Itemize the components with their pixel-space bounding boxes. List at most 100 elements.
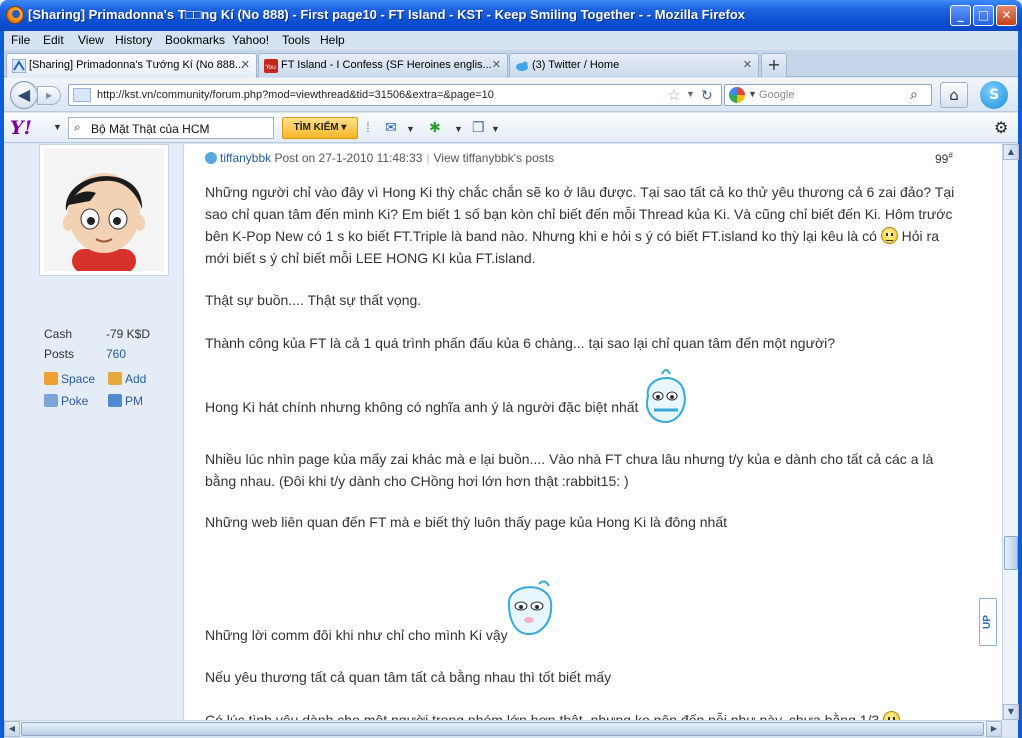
tab-youtube[interactable]: You FT Island - I Confess (SF Heroines e…	[258, 53, 508, 77]
engine-dropdown-icon[interactable]: ▼	[748, 89, 757, 99]
cash-label: Cash	[44, 327, 73, 341]
scroll-down-arrow-icon[interactable]: ▼	[1003, 704, 1019, 720]
add-friend-link[interactable]: Add	[108, 372, 146, 386]
post-body: tiffanybbk Post on 27-1-2010 11:48:33 | Vi…	[185, 144, 1002, 720]
pages-dropdown-icon[interactable]: ▼	[491, 124, 500, 134]
post-paragraph: Những người chỉ vào đây vì Hong Ki thỳ c…	[205, 181, 965, 269]
tab-close-icon[interactable]: ✕	[492, 58, 501, 71]
tab-close-icon[interactable]: ✕	[743, 58, 752, 71]
site-identity-icon[interactable]	[73, 88, 91, 102]
maximize-button[interactable]: □	[973, 5, 994, 26]
yahoo-search-button[interactable]: TÌM KIẾM ▾	[282, 117, 358, 139]
home-icon	[44, 372, 58, 385]
menu-file[interactable]: File	[11, 33, 30, 47]
yahoo-search-value: Bộ Mặt Thật của HCM	[91, 122, 210, 136]
apps-dropdown-icon[interactable]: ▼	[454, 124, 463, 134]
forward-button[interactable]: ▸	[37, 86, 61, 105]
tab-kst-label: [Sharing] Primadonna's Tướng Kí (No 888.…	[29, 59, 245, 71]
vertical-scrollbar[interactable]: ▲ ▼	[1002, 144, 1019, 720]
author-link[interactable]: tiffanybbk	[220, 151, 271, 165]
post-paragraph: Nhiều lúc nhìn page kủa mấy zai khác mà …	[205, 451, 934, 489]
pm-link[interactable]: PM	[108, 394, 143, 408]
add-label: Add	[125, 372, 147, 386]
menu-help[interactable]: Help	[320, 33, 345, 47]
search-icon: ⌕	[74, 120, 81, 134]
scroll-to-top-button[interactable]: UP	[979, 598, 997, 646]
post-number[interactable]: 99#	[935, 151, 953, 166]
google-engine-icon[interactable]	[729, 87, 745, 103]
skype-icon[interactable]: S	[980, 81, 1008, 109]
poke-icon	[44, 394, 58, 407]
yahoo-logo[interactable]: Y!	[10, 117, 32, 139]
confused-emoticon-icon	[883, 711, 901, 720]
gear-icon[interactable]: ⚙	[994, 118, 1008, 138]
back-button[interactable]: ◀	[10, 81, 38, 109]
avatar-image	[44, 149, 164, 271]
post-number-suffix: #	[948, 151, 953, 160]
page-content: Cash -79 K$D Posts 760 Space Add Poke PM…	[4, 144, 1002, 720]
menu-bookmarks[interactable]: Bookmarks	[165, 33, 225, 47]
mail-icon[interactable]: ✉	[385, 119, 397, 136]
scroll-up-arrow-icon[interactable]: ▲	[1003, 144, 1019, 160]
menu-history[interactable]: History	[115, 33, 152, 47]
posts-label: Posts	[44, 347, 75, 361]
tab-close-icon[interactable]: ✕	[241, 58, 250, 71]
yahoo-search-input[interactable]: ⌕ Bộ Mặt Thật của HCM	[68, 117, 274, 139]
post-paragraph: Thành công kủa FT là cả 1 quá trình phấn…	[205, 335, 836, 351]
bookmark-star-icon[interactable]: ☆	[667, 86, 680, 104]
mail-dropdown-icon[interactable]: ▼	[406, 124, 415, 134]
paragraph-text: Có lúc tình yêu dành cho một người trong…	[205, 712, 880, 720]
minimize-button[interactable]: _	[950, 5, 971, 26]
view-posts-link[interactable]: View tiffanybbk's posts	[434, 151, 555, 165]
svg-text:You: You	[265, 64, 277, 71]
close-button[interactable]: ✕	[996, 5, 1017, 26]
url-bar[interactable]: http://kst.vn/community/forum.php?mod=vi…	[68, 84, 722, 106]
post-paragraph: Những lời comm đôi khi như chỉ cho mình …	[205, 627, 508, 643]
scroll-right-arrow-icon[interactable]: ▶	[986, 721, 1002, 737]
twitter-bird-icon	[516, 61, 528, 71]
tab-youtube-label: FT Island - I Confess (SF Heroines engli…	[281, 59, 492, 71]
envelope-icon	[108, 394, 122, 407]
scroll-left-arrow-icon[interactable]: ◀	[4, 721, 20, 737]
apps-icon[interactable]: ✱	[429, 119, 441, 136]
space-link[interactable]: Space	[44, 372, 95, 386]
poke-label: Poke	[61, 394, 89, 408]
menu-view[interactable]: View	[78, 33, 104, 47]
poke-link[interactable]: Poke	[44, 394, 88, 408]
post-paragraph: Nếu yêu thương tất cả quan tâm tất cả bằ…	[205, 669, 612, 685]
firefox-icon	[6, 6, 24, 24]
horizontal-scroll-thumb[interactable]	[21, 722, 984, 736]
scrollbar-corner	[1002, 720, 1018, 736]
menu-tools[interactable]: Tools	[282, 33, 310, 47]
paragraph-text: Những người chỉ vào đây vì Hong Ki thỳ c…	[205, 184, 955, 244]
horizontal-scrollbar[interactable]: ◀ ▶	[4, 720, 1002, 737]
menu-yahoo[interactable]: Yahoo!	[232, 33, 269, 47]
url-text: http://kst.vn/community/forum.php?mod=vi…	[97, 89, 494, 101]
post-paragraph: Thật sự buồn.... Thật sự thất vọng.	[205, 292, 422, 308]
tab-twitter[interactable]: (3) Twitter / Home ✕	[509, 53, 759, 77]
yahoo-toolbar: Y! ▼ ⌕ Bộ Mặt Thật của HCM TÌM KIẾM ▾ ⁞ …	[4, 113, 1018, 143]
reload-icon[interactable]: ↻	[701, 87, 713, 104]
yahoo-menu-dropdown-icon[interactable]: ▼	[53, 122, 62, 132]
post-date: Post on 27-1-2010 11:48:33	[274, 151, 423, 165]
tab-kst[interactable]: [Sharing] Primadonna's Tướng Kí (No 888.…	[6, 53, 257, 78]
title-bar[interactable]: [Sharing] Primadonna's T□□ng Kí (No 888)…	[0, 0, 1022, 31]
vertical-scroll-thumb[interactable]	[1004, 536, 1018, 570]
pm-label: PM	[125, 394, 143, 408]
new-tab-button[interactable]: +	[761, 53, 787, 77]
post-paragraph: Có lúc tình yêu dành cho một người trong…	[205, 709, 965, 720]
pages-icon[interactable]: ❐	[472, 119, 485, 136]
firefox-window: [Sharing] Primadonna's T□□ng Kí (No 888)…	[0, 0, 1022, 738]
online-status-icon	[205, 152, 217, 164]
yahoo-search-button-label: TÌM KIẾM	[293, 122, 339, 133]
search-bar[interactable]: ▼ Google ⌕	[724, 84, 932, 106]
url-history-dropdown-icon[interactable]: ▼	[686, 89, 695, 99]
search-icon[interactable]: ⌕	[910, 86, 918, 103]
posts-value[interactable]: 760	[106, 347, 126, 361]
menu-bar: File Edit View History Bookmarks Yahoo! …	[4, 31, 1018, 50]
navigation-bar: ◀ ▸ http://kst.vn/community/forum.php?mo…	[4, 78, 1018, 112]
avatar[interactable]	[39, 144, 169, 276]
cash-value: -79 K$D	[106, 327, 151, 341]
home-button[interactable]: ⌂	[940, 82, 968, 108]
menu-edit[interactable]: Edit	[43, 33, 64, 47]
